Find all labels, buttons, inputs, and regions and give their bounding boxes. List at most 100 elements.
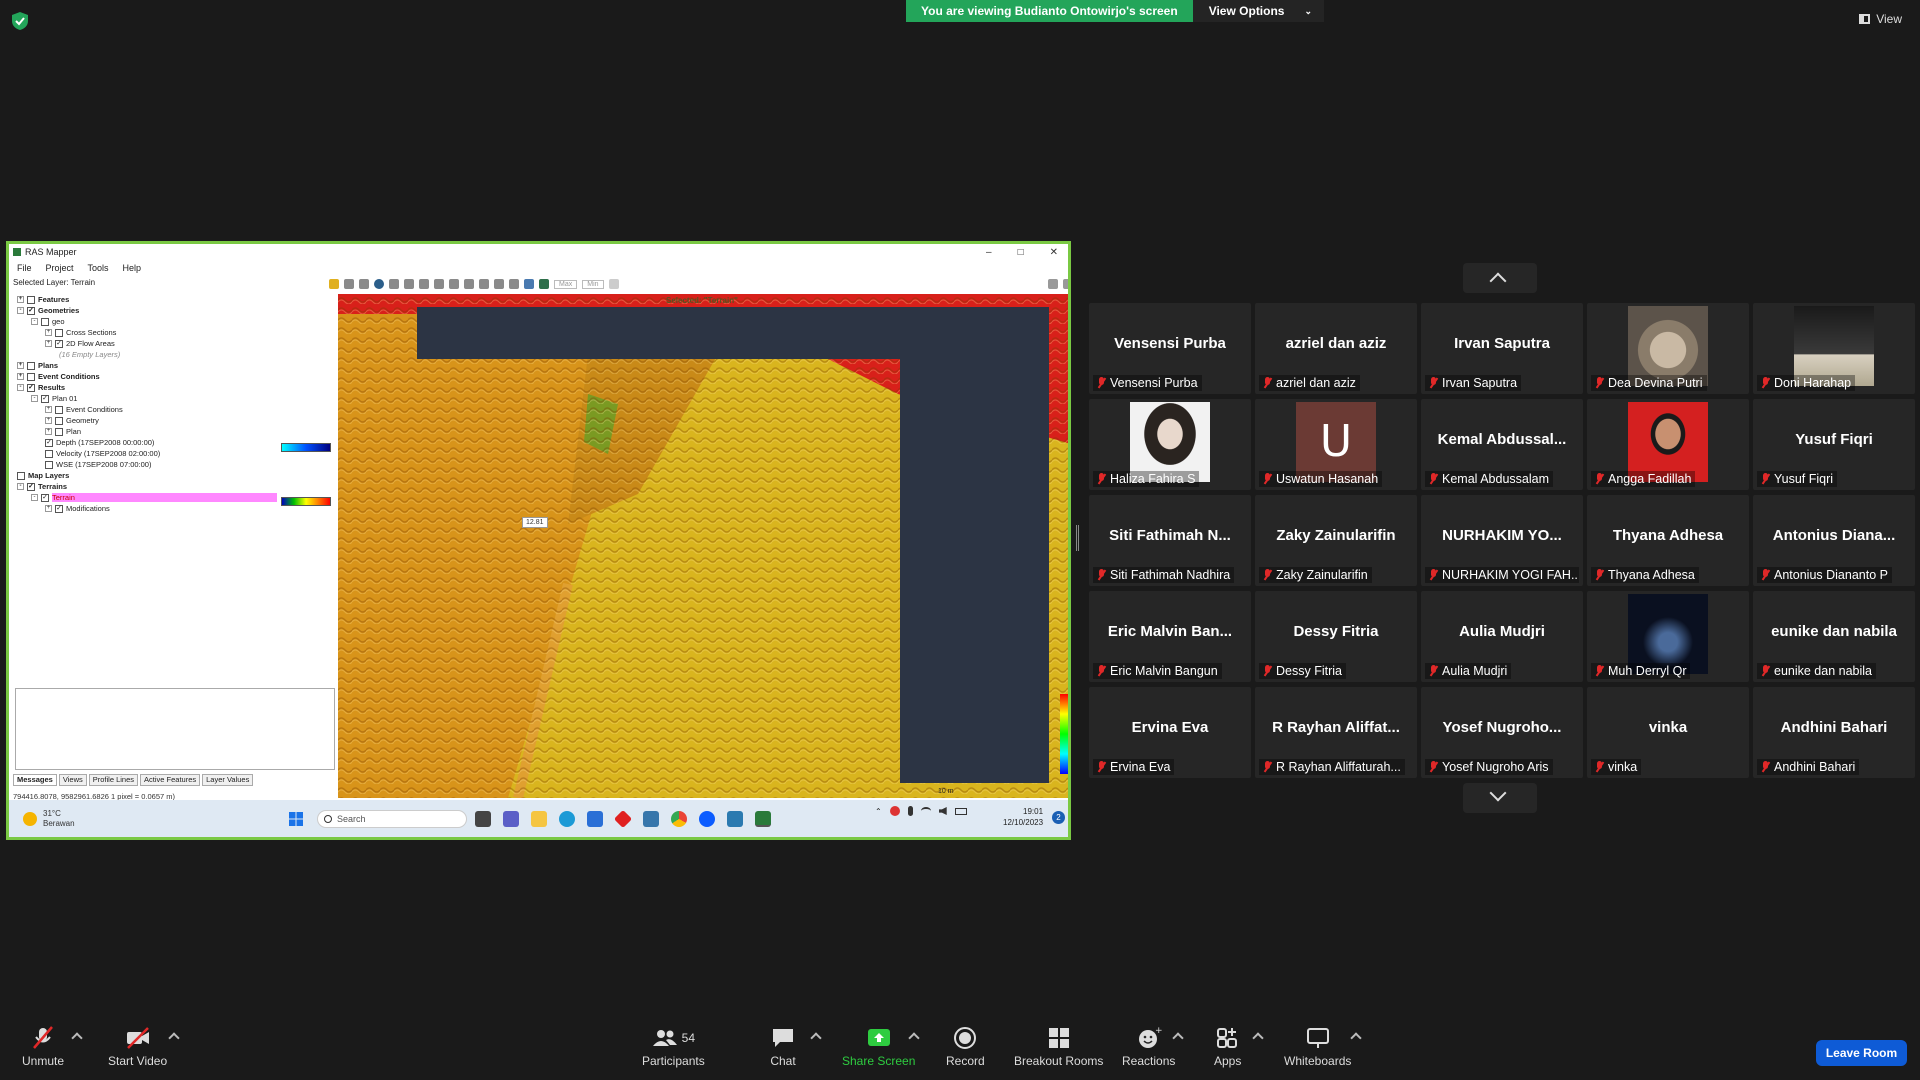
select-icon[interactable] xyxy=(344,279,354,289)
participant-tile[interactable]: U Uswatun Hasanah xyxy=(1255,399,1417,490)
participant-tile[interactable]: Haliza Fahira S xyxy=(1089,399,1251,490)
refresh-icon[interactable] xyxy=(509,279,519,289)
layer-checkbox[interactable] xyxy=(55,328,63,337)
participant-tile[interactable]: Andhini Bahari Andhini Bahari xyxy=(1753,687,1915,778)
layer-tree-item[interactable]: + Event Conditions xyxy=(45,404,123,415)
layer-tree-item[interactable]: + Event Conditions xyxy=(17,371,100,382)
participant-tile[interactable]: Dessy Fitria Dessy Fitria xyxy=(1255,591,1417,682)
view-options-button[interactable]: View Options ⌄ xyxy=(1192,0,1325,22)
hec-ras-icon[interactable] xyxy=(755,811,771,827)
layer-checkbox[interactable] xyxy=(41,317,49,326)
forward-icon[interactable] xyxy=(449,279,459,289)
participant-tile[interactable]: Angga Fadillah xyxy=(1587,399,1749,490)
layer-checkbox[interactable] xyxy=(55,427,63,436)
participant-tile[interactable]: R Rayhan Aliffat... R Rayhan Aliffaturah.… xyxy=(1255,687,1417,778)
app-red-icon[interactable] xyxy=(613,809,633,829)
participant-tile[interactable]: Irvan Saputra Irvan Saputra xyxy=(1421,303,1583,394)
tab-messages[interactable]: Messages xyxy=(13,774,57,786)
ruler-icon[interactable] xyxy=(464,279,474,289)
view-button[interactable]: View xyxy=(1859,12,1902,26)
layers-icon[interactable] xyxy=(524,279,534,289)
participant-tile[interactable]: Vensensi Purba Vensensi Purba xyxy=(1089,303,1251,394)
chat-options-caret[interactable] xyxy=(810,1032,822,1044)
chart-icon[interactable] xyxy=(1063,279,1068,289)
layer-checkbox[interactable]: ✓ xyxy=(45,438,53,447)
gallery-page-up-button[interactable] xyxy=(1463,263,1537,293)
layer-tree-item[interactable]: WSE (17SEP2008 07:00:00) xyxy=(45,459,151,470)
layer-tree-item[interactable]: ✓ Depth (17SEP2008 00:00:00) xyxy=(45,437,154,448)
layer-tree-item[interactable]: - ✓ Terrain xyxy=(31,492,277,503)
expand-icon[interactable]: + xyxy=(45,417,52,424)
participant-tile[interactable]: eunike dan nabila eunike dan nabila xyxy=(1753,591,1915,682)
expand-icon[interactable]: + xyxy=(45,406,52,413)
tab-views[interactable]: Views xyxy=(58,774,87,786)
participant-tile[interactable]: Kemal Abdussal... Kemal Abdussalam xyxy=(1421,399,1583,490)
wifi-icon[interactable] xyxy=(920,807,931,815)
app-python-icon[interactable] xyxy=(643,811,659,827)
participant-tile[interactable]: Doni Harahap xyxy=(1753,303,1915,394)
layer-checkbox[interactable]: ✓ xyxy=(41,394,49,403)
participant-tile[interactable]: Dea Devina Putri xyxy=(1587,303,1749,394)
layer-checkbox[interactable]: ✓ xyxy=(27,306,35,315)
collapse-icon[interactable]: - xyxy=(17,483,24,490)
layer-tree-item[interactable]: - ✓ Plan 01 xyxy=(31,393,77,404)
tab-profile-lines[interactable]: Profile Lines xyxy=(88,774,139,786)
tab-layer-values[interactable]: Layer Values xyxy=(202,774,254,786)
participant-tile[interactable]: Antonius Diana... Antonius Dianantо P xyxy=(1753,495,1915,586)
weather-widget[interactable]: 31°C Berawan xyxy=(23,809,75,829)
system-clock[interactable]: 19:01 12/10/2023 xyxy=(1003,806,1043,828)
zoom-app-icon[interactable] xyxy=(699,811,715,827)
close-icon[interactable]: ✕ xyxy=(1050,247,1058,258)
layer-checkbox[interactable] xyxy=(45,460,53,469)
share-screen-button[interactable]: Share Screen xyxy=(842,1026,915,1068)
battery-icon[interactable] xyxy=(954,807,967,815)
layer-checkbox[interactable]: ✓ xyxy=(27,482,35,491)
maximize-icon[interactable]: □ xyxy=(1018,247,1024,258)
participant-tile[interactable]: NURHAKIM YO... NURHAKIM YOGI FAH... xyxy=(1421,495,1583,586)
collapse-icon[interactable]: - xyxy=(31,318,38,325)
volume-icon[interactable] xyxy=(938,807,947,815)
layer-checkbox[interactable] xyxy=(27,372,35,381)
windows-start-icon[interactable] xyxy=(289,812,303,826)
expand-icon[interactable]: + xyxy=(45,505,52,512)
layer-tree-item[interactable]: + Plans xyxy=(17,360,58,371)
participant-tile[interactable]: Yosef Nugroho... Yosef Nugroho Aris xyxy=(1421,687,1583,778)
max-button[interactable]: Max xyxy=(554,279,578,289)
task-view-icon[interactable] xyxy=(475,811,491,827)
expand-icon[interactable]: + xyxy=(17,362,24,369)
min-button[interactable]: Min xyxy=(582,279,604,289)
participant-tile[interactable]: Yusuf Fiqri Yusuf Fiqri xyxy=(1753,399,1915,490)
reactions-button[interactable]: + Reactions xyxy=(1122,1026,1175,1068)
layer-tree-item[interactable]: Map Layers xyxy=(17,470,69,481)
apps-button[interactable]: Apps xyxy=(1214,1026,1241,1068)
layer-checkbox[interactable] xyxy=(27,295,35,304)
collapse-icon[interactable]: - xyxy=(17,307,24,314)
layer-tree-item[interactable]: - ✓ Results xyxy=(17,382,65,393)
participant-tile[interactable]: Aulia Mudjri Aulia Mudjri xyxy=(1421,591,1583,682)
antivirus-icon[interactable] xyxy=(889,806,900,816)
expand-icon[interactable]: + xyxy=(45,340,52,347)
full-extent-icon[interactable] xyxy=(419,279,429,289)
participant-tile[interactable]: Zaky Zainularifin Zaky Zainularifin xyxy=(1255,495,1417,586)
layer-tree-item[interactable]: + ✓ 2D Flow Areas xyxy=(45,338,115,349)
chrome-icon[interactable] xyxy=(671,811,687,827)
play-icon[interactable] xyxy=(1048,279,1058,289)
breakout-rooms-button[interactable]: Breakout Rooms xyxy=(1014,1026,1103,1068)
leave-room-button[interactable]: Leave Room xyxy=(1816,1040,1907,1066)
participant-tile[interactable]: vinka vinka xyxy=(1587,687,1749,778)
pencil-icon[interactable] xyxy=(329,279,339,289)
expand-icon[interactable]: + xyxy=(45,329,52,336)
layer-tree-item[interactable]: + Geometry xyxy=(45,415,99,426)
export-icon[interactable] xyxy=(539,279,549,289)
notification-badge[interactable]: 2 xyxy=(1052,811,1065,824)
expand-icon[interactable]: + xyxy=(17,373,24,380)
menu-project[interactable]: Project xyxy=(46,263,74,273)
panel-splitter-handle[interactable] xyxy=(1076,525,1079,551)
security-shield-icon[interactable] xyxy=(12,12,28,30)
chevron-up-icon[interactable]: ⌃ xyxy=(875,807,882,816)
unmute-button[interactable]: Unmute xyxy=(22,1026,64,1068)
zoom-in-icon[interactable] xyxy=(389,279,399,289)
file-explorer-icon[interactable] xyxy=(531,811,547,827)
layer-checkbox[interactable]: ✓ xyxy=(41,493,49,502)
layer-tree-item[interactable]: (16 Empty Layers) xyxy=(59,349,120,360)
